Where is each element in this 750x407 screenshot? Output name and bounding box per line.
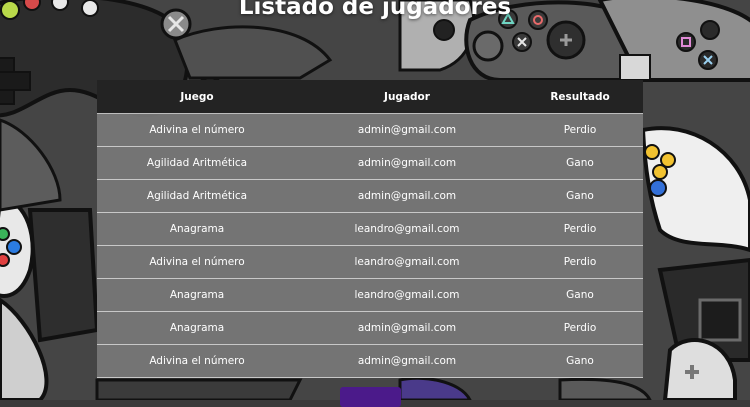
- cross-button-icon: [512, 32, 532, 52]
- table-row: Anagrama admin@gmail.com Perdio: [97, 311, 643, 345]
- table-header-row: Juego Jugador Resultado: [97, 80, 643, 114]
- cell-juego: Adivina el número: [97, 245, 297, 279]
- cell-jugador: leandro@gmail.com: [297, 278, 517, 312]
- column-header-resultado: Resultado: [517, 80, 643, 114]
- table-row: Adivina el número leandro@gmail.com Perd…: [97, 245, 643, 279]
- cell-resultado: Gano: [517, 146, 643, 180]
- cell-resultado: Gano: [517, 278, 643, 312]
- column-header-juego: Juego: [97, 80, 297, 114]
- column-header-jugador: Jugador: [297, 80, 517, 114]
- cell-jugador: admin@gmail.com: [297, 113, 517, 147]
- cell-juego: Agilidad Aritmética: [97, 146, 297, 180]
- cell-resultado: Perdio: [517, 212, 643, 246]
- cell-juego: Agilidad Aritmética: [97, 179, 297, 213]
- page-title: Listado de jugadores: [238, 0, 512, 20]
- table-row: Adivina el número admin@gmail.com Perdio: [97, 113, 643, 147]
- bottom-action-button[interactable]: [340, 387, 401, 407]
- results-table: Juego Jugador Resultado Adivina el númer…: [97, 80, 643, 378]
- table-row: Adivina el número admin@gmail.com Gano: [97, 344, 643, 378]
- table-row: Anagrama leandro@gmail.com Gano: [97, 278, 643, 312]
- table-row: Agilidad Aritmética admin@gmail.com Gano: [97, 146, 643, 180]
- cell-resultado: Gano: [517, 179, 643, 213]
- cell-juego: Anagrama: [97, 278, 297, 312]
- cell-jugador: admin@gmail.com: [297, 344, 517, 378]
- results-table-container: Juego Jugador Resultado Adivina el númer…: [97, 80, 643, 378]
- table-row: Anagrama leandro@gmail.com Perdio: [97, 212, 643, 246]
- cell-jugador: admin@gmail.com: [297, 179, 517, 213]
- cell-jugador: admin@gmail.com: [297, 311, 517, 345]
- cell-juego: Adivina el número: [97, 344, 297, 378]
- cell-jugador: leandro@gmail.com: [297, 245, 517, 279]
- cell-jugador: admin@gmail.com: [297, 146, 517, 180]
- cell-jugador: leandro@gmail.com: [297, 212, 517, 246]
- cell-resultado: Perdio: [517, 113, 643, 147]
- cell-juego: Anagrama: [97, 212, 297, 246]
- square-button-icon: [676, 32, 696, 52]
- cell-resultado: Gano: [517, 344, 643, 378]
- cell-resultado: Perdio: [517, 245, 643, 279]
- cell-juego: Anagrama: [97, 311, 297, 345]
- cell-juego: Adivina el número: [97, 113, 297, 147]
- cell-resultado: Perdio: [517, 311, 643, 345]
- table-row: Agilidad Aritmética admin@gmail.com Gano: [97, 179, 643, 213]
